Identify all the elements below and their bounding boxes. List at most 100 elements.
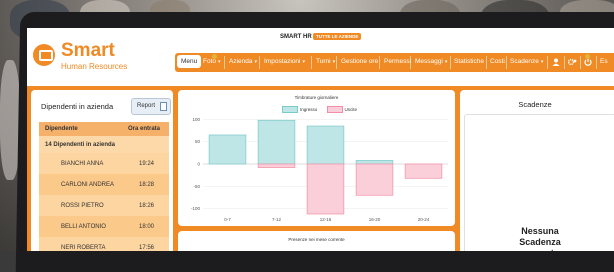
bar-ingresso	[208, 134, 247, 165]
nav-azienda[interactable]: Azienda ▾	[229, 58, 257, 65]
main-navbar: Menu Foto ▾ Azienda ▾ Impostazioni ▾ Turni ▾…	[175, 53, 614, 72]
table-header: Dipendente Ora entrata	[39, 122, 169, 136]
nav-statistiche[interactable]: Statistiche	[454, 58, 484, 65]
employee-name: BIANCHI ANNA	[61, 161, 104, 167]
bar-uscite	[257, 163, 296, 168]
chart2-title: Presenze nei mese corrente	[288, 237, 345, 242]
deadlines-panel: Scadenze Nessuna Scadenza presente	[460, 90, 614, 251]
logo[interactable]: Smart Human Resources	[33, 40, 143, 82]
panel-title: Dipendenti in azienda	[41, 102, 114, 111]
document-icon	[160, 102, 167, 111]
topbar: Smart Human Resources SMART HR TUTTE LE …	[27, 28, 614, 86]
employees-table: Dipendente Ora entrata 14 Dipendenti in …	[39, 122, 169, 251]
x-tick-label: 16-20	[369, 217, 381, 222]
employee-name: BELLI ANTONIO	[61, 224, 106, 230]
nav-scadenze-label: Scadenze	[510, 58, 539, 65]
nav-divider	[564, 56, 565, 69]
nav-permessi[interactable]: Permessi	[384, 58, 411, 65]
nav-foto[interactable]: Foto ▾	[203, 58, 221, 65]
table-row[interactable]: CARLONI ANDREA 18:28	[39, 174, 169, 195]
chevron-down-icon: ▾	[218, 59, 221, 65]
entry-time: 18:00	[139, 224, 155, 230]
y-tick-label: -100	[191, 206, 201, 211]
empty-message-line: Nessuna	[521, 226, 559, 236]
nav-divider	[486, 56, 487, 69]
nav-messaggi[interactable]: Messaggi ▾	[415, 58, 447, 65]
nav-divider	[596, 56, 597, 69]
column-header-employee[interactable]: Dipendente	[45, 126, 78, 132]
chevron-down-icon: ▾	[302, 59, 306, 65]
entry-time: 18:26	[139, 203, 155, 209]
app-screen: Smart Human Resources SMART HR TUTTE LE …	[27, 28, 614, 251]
empty-deadlines-message: Nessuna Scadenza presente	[465, 226, 614, 251]
table-row[interactable]: BELLI ANTONIO 18:00	[39, 216, 169, 237]
logo-icon	[33, 44, 55, 66]
employee-name: CARLONI ANDREA	[61, 182, 115, 188]
logo-title: Smart	[61, 40, 115, 61]
table-row[interactable]: BIANCHI ANNA 19:24	[39, 153, 169, 174]
nav-foto-label: Foto	[203, 58, 217, 65]
nav-divider	[224, 56, 225, 69]
nav-divider	[311, 56, 312, 69]
monthly-attendance-chart-panel: Presenze nei mese corrente	[178, 231, 455, 251]
empty-message-line: Scadenza	[519, 237, 561, 247]
app-title: SMART HR	[280, 34, 312, 40]
notification-dot	[585, 54, 590, 59]
nav-divider	[336, 56, 337, 69]
bar-uscite	[404, 163, 443, 179]
dashboard-content: Dipendenti in azienda Report Dipendente …	[27, 86, 614, 251]
bar-ingresso	[257, 119, 296, 165]
nav-costi[interactable]: Costi	[490, 58, 505, 65]
company-selector-badge[interactable]: TUTTE LE AZIENDE	[313, 33, 362, 40]
y-tick-label: 0	[197, 162, 200, 167]
entry-time: 19:24	[139, 161, 155, 167]
chevron-down-icon: ▾	[332, 59, 336, 65]
nav-divider	[450, 56, 451, 69]
report-button-label: Report	[137, 103, 156, 109]
entry-time: 17:56	[139, 245, 155, 251]
nav-extra[interactable]: Es	[600, 58, 608, 65]
nav-divider	[580, 56, 581, 69]
nav-divider	[506, 56, 507, 69]
nav-divider	[379, 56, 380, 69]
nav-turni[interactable]: Turni ▾	[316, 58, 335, 65]
daily-clockings-chart: 100 50 0 -50 -100 0-7 7-12 12-16 16-20 20-24	[191, 117, 448, 222]
nav-divider	[547, 56, 548, 69]
table-row[interactable]: ROSSI PIETRO 18:26	[39, 195, 169, 216]
nav-messaggi-label: Messaggi	[415, 58, 443, 65]
notification-dot	[212, 54, 217, 59]
chevron-down-icon: ▾	[254, 59, 258, 65]
logo-subtitle: Human Resources	[61, 62, 128, 71]
nav-azienda-label: Azienda	[229, 58, 253, 65]
employees-present-panel: Dipendenti in azienda Report Dipendente …	[31, 90, 173, 251]
bar-ingresso	[355, 160, 394, 165]
employee-name: NERI ROBERTA	[61, 245, 106, 251]
deadlines-title: Scadenze	[518, 100, 552, 109]
bar-uscite	[355, 163, 394, 196]
nav-gestione-ore[interactable]: Gestione ore	[341, 58, 378, 65]
x-tick-label: 7-12	[272, 217, 282, 222]
nav-impostazioni-label: Impostazioni	[264, 58, 301, 65]
report-button[interactable]: Report	[131, 98, 171, 115]
daily-clockings-chart-panel: Timbrature giornaliere Ingresso Uscite 1…	[178, 90, 455, 226]
deadlines-list: Nessuna Scadenza presente	[464, 114, 614, 251]
bar-uscite	[306, 163, 345, 215]
table-row[interactable]: NERI ROBERTA 17:56	[39, 237, 169, 251]
x-tick-label: 12-16	[320, 217, 332, 222]
nav-turni-label: Turni	[316, 58, 331, 65]
nav-divider	[410, 56, 411, 69]
chevron-down-icon: ▾	[444, 59, 448, 65]
nav-menu[interactable]: Menu	[177, 55, 202, 68]
column-header-entry-time[interactable]: Ora entrata	[128, 126, 160, 132]
user-icon[interactable]	[552, 58, 560, 68]
x-tick-label: 0-7	[224, 217, 231, 222]
y-tick-label: 100	[192, 117, 200, 122]
gear-icon[interactable]	[567, 58, 577, 68]
chevron-down-icon: ▾	[540, 59, 544, 65]
group-row[interactable]: 14 Dipendenti in azienda	[39, 136, 169, 153]
nav-impostazioni[interactable]: Impostazioni ▾	[264, 58, 305, 65]
y-tick-label: 50	[195, 139, 201, 144]
bar-ingresso	[306, 125, 345, 165]
nav-scadenze[interactable]: Scadenze ▾	[510, 58, 543, 65]
power-icon[interactable]	[584, 58, 592, 68]
